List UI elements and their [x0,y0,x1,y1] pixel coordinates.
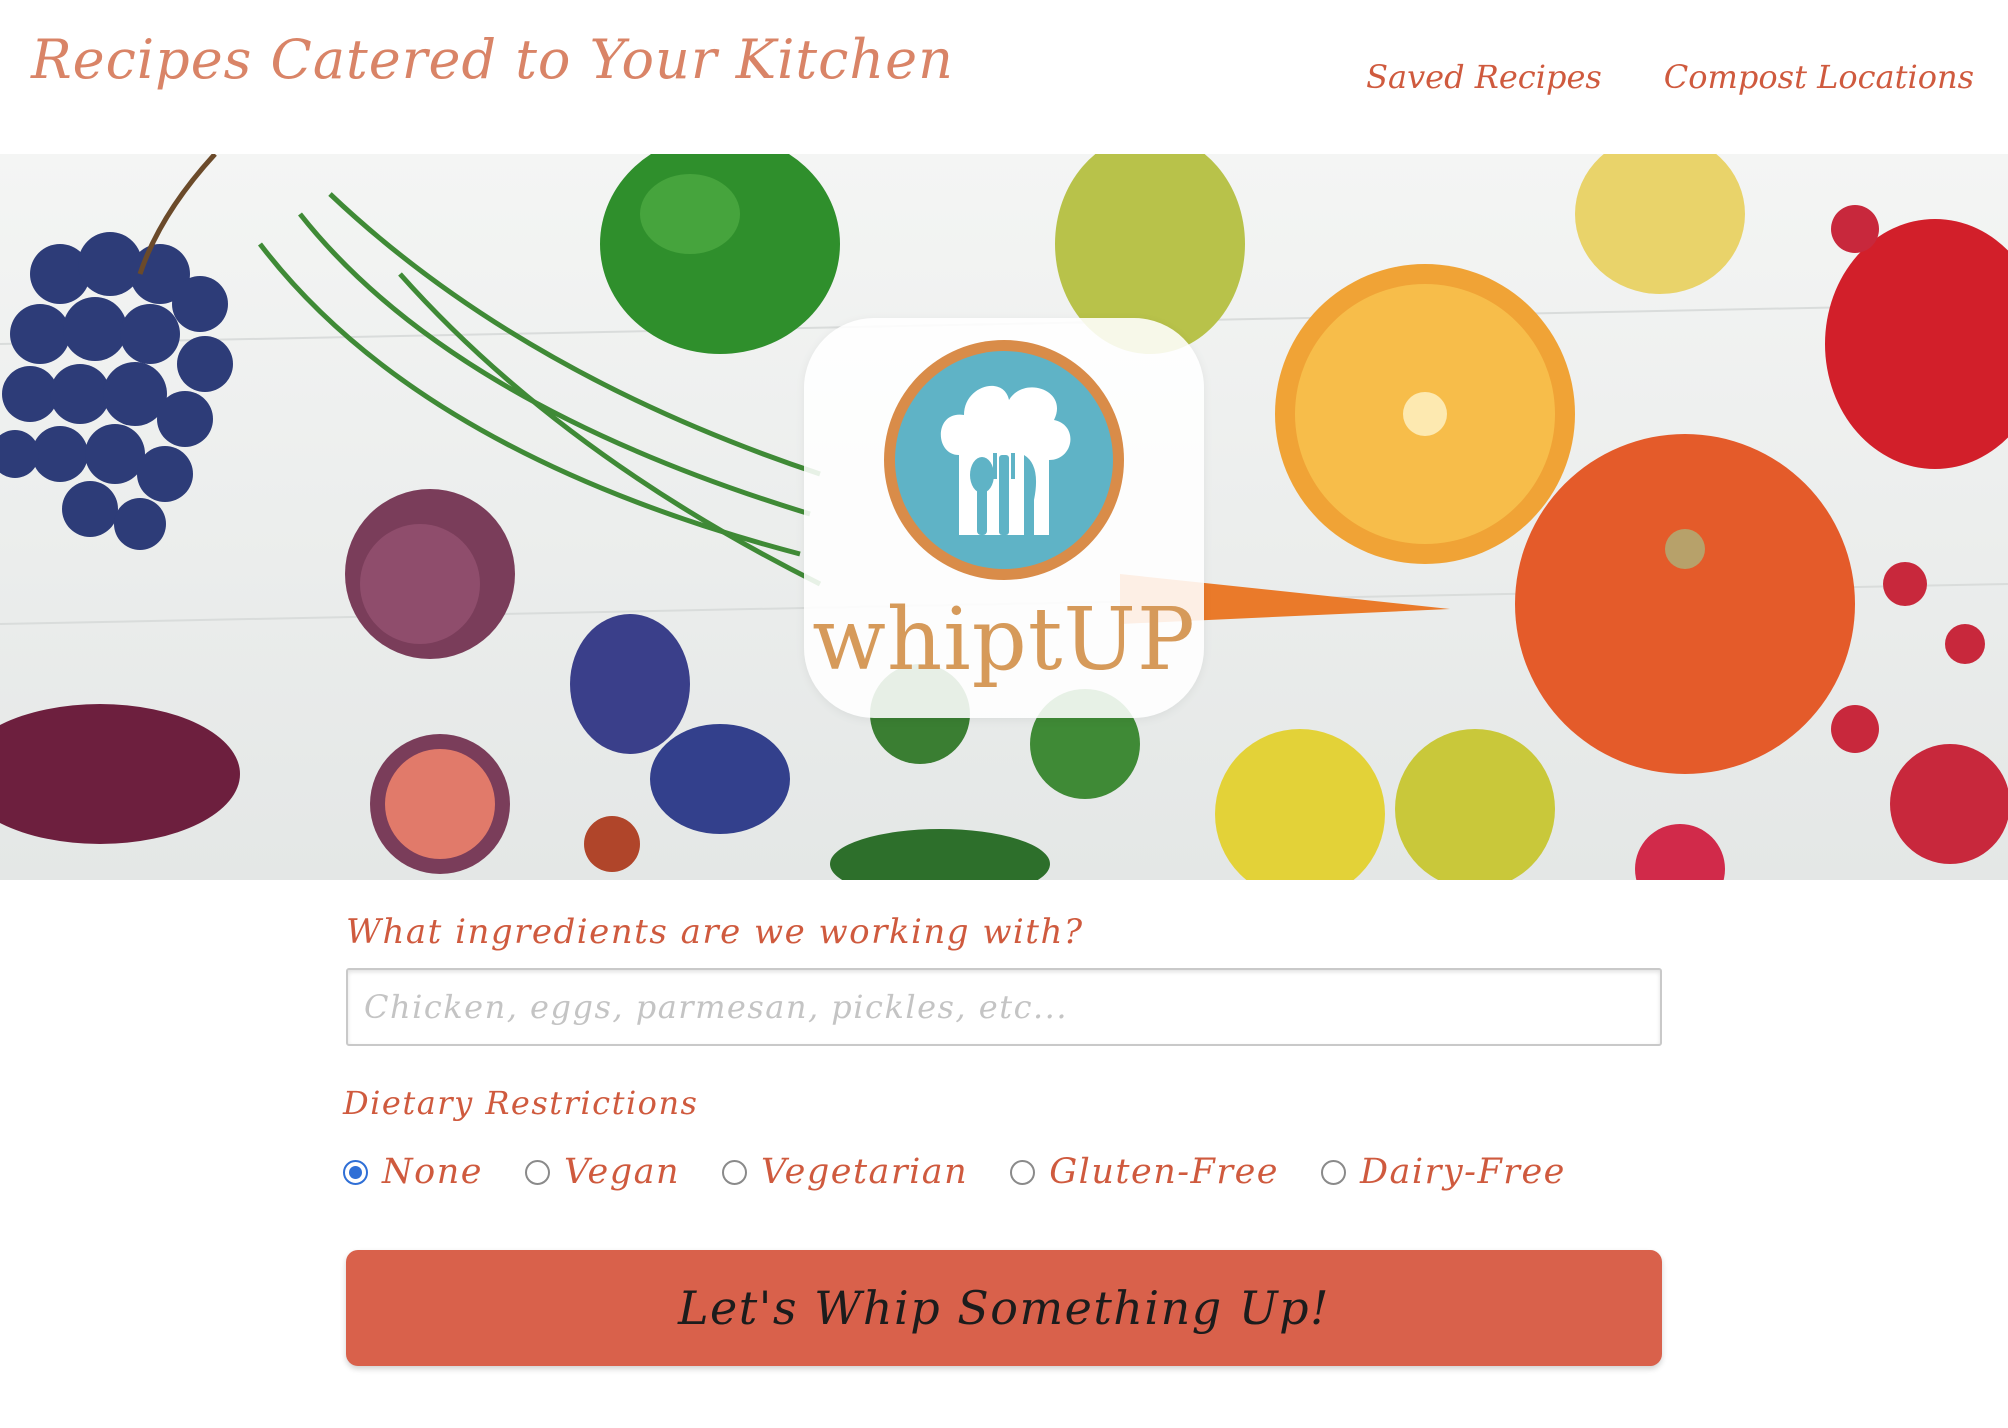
dietary-restrictions-label: Dietary Restrictions [343,1084,699,1122]
dietary-option-none[interactable]: None [343,1152,483,1192]
hero-banner: whiptUP [0,154,2008,880]
radio-none[interactable] [343,1159,368,1185]
logo-card: whiptUP [804,318,1204,718]
radio-label-gluten-free: Gluten-Free [1049,1152,1279,1192]
radio-label-dairy-free: Dairy-Free [1360,1152,1566,1192]
top-nav: Saved Recipes Compost Locations [1366,58,1974,96]
site-title: Recipes Catered to Your Kitchen [31,28,954,91]
nav-compost-locations[interactable]: Compost Locations [1664,58,1974,96]
radio-gluten-free[interactable] [1010,1159,1036,1185]
whip-something-up-button[interactable]: Let's Whip Something Up! [346,1250,1662,1366]
logo-badge [895,351,1113,569]
ingredients-label: What ingredients are we working with? [346,912,1084,952]
radio-label-none: None [382,1152,483,1192]
dietary-options: None Vegan Vegetarian Gluten-Free Dairy-… [343,1152,1608,1192]
logo-wordmark: whiptUP [812,590,1196,690]
site-header: Recipes Catered to Your Kitchen Saved Re… [0,0,2008,154]
nav-saved-recipes[interactable]: Saved Recipes [1366,58,1602,96]
ingredients-input[interactable] [346,968,1662,1046]
dietary-option-vegetarian[interactable]: Vegetarian [722,1152,968,1192]
radio-label-vegetarian: Vegetarian [761,1152,969,1192]
logo-ring [884,340,1124,580]
radio-vegetarian[interactable] [722,1159,748,1185]
dietary-option-gluten-free[interactable]: Gluten-Free [1010,1152,1279,1192]
radio-vegan[interactable] [524,1159,550,1185]
chef-hat-utensils-icon [940,385,1071,535]
radio-dairy-free[interactable] [1321,1159,1346,1185]
dietary-option-dairy-free[interactable]: Dairy-Free [1321,1152,1566,1192]
radio-label-vegan: Vegan [563,1152,681,1192]
dietary-option-vegan[interactable]: Vegan [524,1152,681,1192]
